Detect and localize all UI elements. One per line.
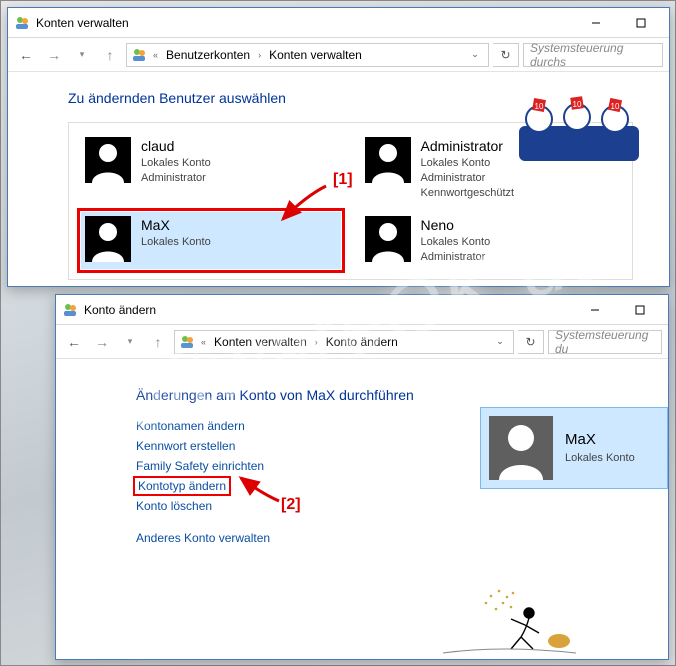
back-button[interactable]: ←: [62, 330, 86, 354]
search-input[interactable]: Systemsteuerung du: [548, 330, 662, 354]
up-button[interactable]: ↑: [146, 330, 170, 354]
chevron-right-icon: ›: [313, 337, 320, 347]
account-sub: Lokales Konto: [421, 235, 491, 250]
users-icon: [131, 47, 147, 63]
app-icon: [62, 302, 78, 318]
page-heading: Zu ändernden Benutzer auswählen: [68, 90, 633, 106]
account-name: MaX: [141, 216, 211, 235]
breadcrumb-sep: «: [151, 50, 160, 60]
chevron-down-icon[interactable]: ⌄: [491, 336, 509, 347]
breadcrumb-item[interactable]: Benutzerkonten: [164, 48, 252, 62]
breadcrumb-item[interactable]: Konten verwalten: [267, 48, 364, 62]
window-change-account: Konto ändern ← → ▾ ↑ « Konten verwalten …: [55, 294, 669, 660]
chevron-down-icon[interactable]: ⌄: [466, 49, 484, 60]
forward-button[interactable]: →: [42, 43, 66, 67]
content-area: Zu ändernden Benutzer auswählen claud Lo…: [8, 72, 669, 290]
link-delete-account[interactable]: Konto löschen: [136, 499, 212, 513]
up-button[interactable]: ↑: [98, 43, 122, 67]
back-button[interactable]: ←: [14, 43, 38, 67]
account-sub: Lokales Konto: [141, 235, 211, 250]
page-heading: Änderungen am Konto von MaX durchführen: [136, 387, 638, 403]
maximize-button[interactable]: [618, 9, 663, 37]
titlebar: Konten verwalten: [8, 8, 669, 38]
breadcrumb[interactable]: « Konten verwalten › Konto ändern ⌄: [174, 330, 514, 354]
link-create-password[interactable]: Kennwort erstellen: [136, 439, 235, 453]
breadcrumb[interactable]: « Benutzerkonten › Konten verwalten ⌄: [126, 43, 489, 67]
chevron-right-icon: ›: [256, 50, 263, 60]
account-item-neno[interactable]: Neno Lokales Konto Administrator: [361, 212, 621, 269]
account-item-claud[interactable]: claud Lokales Konto Administrator: [81, 133, 341, 204]
maximize-button[interactable]: [617, 296, 662, 324]
avatar: [85, 216, 131, 262]
link-change-name[interactable]: Kontonamen ändern: [136, 419, 245, 433]
navbar: ← → ▾ ↑ « Konten verwalten › Konto änder…: [56, 325, 668, 359]
account-item-administrator[interactable]: Administrator Lokales Konto Administrato…: [361, 133, 621, 204]
account-sub: Administrator: [421, 171, 515, 186]
account-sub: Kennwortgeschützt: [421, 186, 515, 201]
accounts-grid: claud Lokales Konto Administrator Admini…: [68, 122, 633, 280]
recent-menu[interactable]: ▾: [118, 330, 142, 354]
account-preview[interactable]: MaX Lokales Konto: [480, 407, 668, 489]
content-area: Änderungen am Konto von MaX durchführen …: [56, 359, 668, 561]
breadcrumb-sep: «: [199, 337, 208, 347]
breadcrumb-item[interactable]: Konten verwalten: [212, 335, 309, 349]
account-name: Administrator: [421, 137, 515, 156]
recent-menu[interactable]: ▾: [70, 43, 94, 67]
window-title: Konto ändern: [84, 303, 566, 317]
account-sub: Lokales Konto: [141, 156, 211, 171]
avatar: [365, 216, 411, 262]
avatar: [489, 416, 553, 480]
refresh-button[interactable]: ↻: [493, 43, 519, 67]
minimize-button[interactable]: [573, 9, 618, 37]
window-title: Konten verwalten: [36, 16, 567, 30]
account-name: MaX: [565, 430, 635, 450]
link-change-type[interactable]: Kontotyp ändern: [136, 479, 228, 493]
window-manage-accounts: Konten verwalten ← → ▾ ↑ « Benutzerkonte…: [7, 7, 670, 287]
titlebar: Konto ändern: [56, 295, 668, 325]
account-sub: Lokales Konto: [421, 156, 515, 171]
navbar: ← → ▾ ↑ « Benutzerkonten › Konten verwal…: [8, 38, 669, 72]
forward-button[interactable]: →: [90, 330, 114, 354]
app-icon: [14, 15, 30, 31]
avatar: [365, 137, 411, 183]
account-sub: Administrator: [421, 250, 491, 265]
avatar: [85, 137, 131, 183]
refresh-button[interactable]: ↻: [518, 330, 544, 354]
account-item-max[interactable]: MaX Lokales Konto: [81, 212, 341, 269]
link-family-safety[interactable]: Family Safety einrichten: [136, 459, 264, 473]
account-name: claud: [141, 137, 211, 156]
account-sub: Lokales Konto: [565, 451, 635, 466]
link-manage-other[interactable]: Anderes Konto verwalten: [136, 531, 270, 545]
search-input[interactable]: Systemsteuerung durchs: [523, 43, 663, 67]
users-icon: [179, 334, 195, 350]
minimize-button[interactable]: [572, 296, 617, 324]
breadcrumb-item[interactable]: Konto ändern: [324, 335, 400, 349]
account-sub: Administrator: [141, 171, 211, 186]
account-name: Neno: [421, 216, 491, 235]
